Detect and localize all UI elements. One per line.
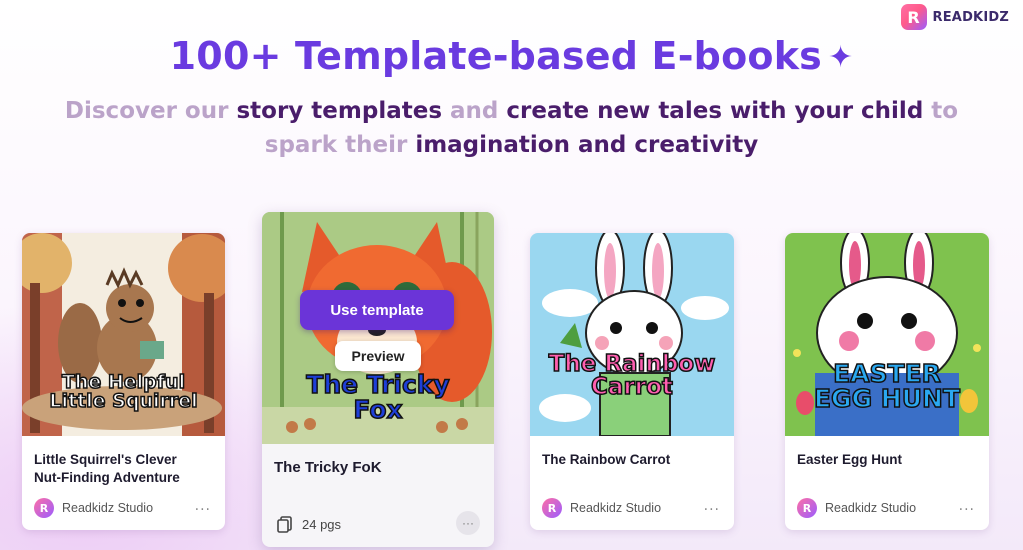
cover-image[interactable]: The Tricky Fox Use template Preview (262, 212, 494, 444)
more-options-icon[interactable]: ··· (704, 502, 720, 518)
ebook-title-line: Nut-Finding Adventure (34, 470, 180, 485)
author[interactable]: R Readkidz Studio (34, 498, 153, 518)
avatar: R (797, 498, 817, 518)
carrot-cover-art (530, 233, 734, 436)
author[interactable]: R Readkidz Studio (542, 498, 661, 518)
brand-logo: R (900, 4, 927, 30)
ebook-card[interactable]: The Rainbow Carrot The Rainbow Carrot R … (530, 233, 734, 530)
subtitle: Discover our story templates and create … (60, 94, 963, 162)
ebook-title-line: Little Squirrel's Clever (34, 452, 177, 467)
subtitle-emphasis: create new tales with your child (506, 98, 924, 124)
ebook-title[interactable]: Little Squirrel's Clever Nut-Finding Adv… (34, 451, 213, 487)
headline-text: 100+ Template-based E-books (169, 34, 822, 78)
cover-image[interactable]: The Helpful Little Squirrel (22, 233, 225, 436)
author-name: Readkidz Studio (62, 501, 154, 515)
cover-title: Fox (353, 395, 404, 424)
pages-icon (277, 516, 292, 533)
ebook-title[interactable]: The Tricky FoK (274, 459, 482, 477)
ebook-card[interactable]: The Helpful Little Squirrel Little Squir… (22, 233, 225, 530)
subtitle-emphasis: story templates (236, 98, 443, 124)
author-name: Readkidz Studio (825, 501, 917, 515)
author[interactable]: R Readkidz Studio (797, 498, 916, 518)
avatar: R (542, 498, 562, 518)
more-options-icon[interactable]: ··· (959, 502, 975, 518)
more-options-icon[interactable]: ··· (195, 502, 211, 518)
ebook-title[interactable]: Easter Egg Hunt (797, 451, 977, 469)
sparkle-icon: ✦ (827, 40, 854, 75)
ebook-title[interactable]: The Rainbow Carrot (542, 451, 722, 469)
author-name: Readkidz Studio (570, 501, 662, 515)
brand-name: READKIDZ (932, 9, 1009, 25)
subtitle-emphasis: imagination and creativity (415, 132, 759, 158)
cover-title: EGG HUNT (813, 384, 961, 413)
preview-button[interactable]: Preview (335, 341, 421, 371)
ebook-card[interactable]: EASTER EGG HUNT Easter Egg Hunt R Readki… (785, 233, 989, 530)
cover-title: Carrot (590, 374, 673, 400)
avatar: R (34, 498, 54, 518)
use-template-button[interactable]: Use template (300, 290, 454, 330)
subtitle-part: Discover our (64, 98, 237, 124)
more-options-button[interactable]: ··· (456, 511, 480, 535)
page-count: 24 pgs (276, 515, 341, 533)
cover-title: Little Squirrel (49, 390, 199, 412)
subtitle-part: and (442, 98, 507, 124)
page-count-text: 24 pgs (302, 516, 342, 532)
brand[interactable]: R READKIDZ (900, 4, 1009, 30)
page-title: 100+ Template-based E-books ✦ (0, 34, 1023, 78)
cover-image[interactable]: EASTER EGG HUNT (785, 233, 989, 436)
ebook-card-featured[interactable]: The Tricky Fox Use template Preview The … (262, 212, 494, 547)
cover-image[interactable]: The Rainbow Carrot (530, 233, 734, 436)
